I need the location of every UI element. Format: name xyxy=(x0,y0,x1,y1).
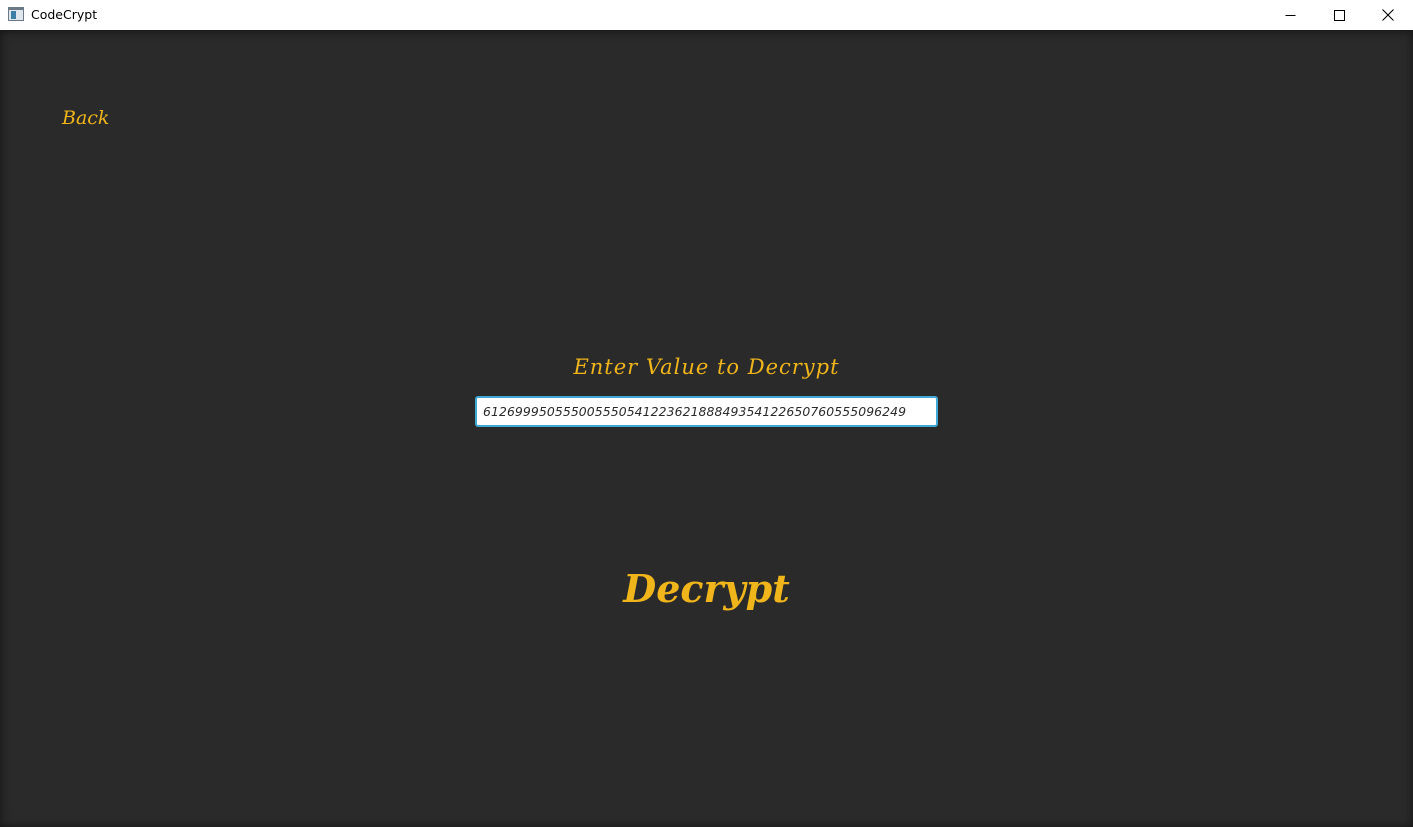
close-icon xyxy=(1382,9,1394,21)
decrypt-view xyxy=(0,31,1413,827)
decrypt-value-input[interactable] xyxy=(475,396,938,427)
title-bar[interactable]: CodeCrypt xyxy=(0,0,1413,30)
decrypt-prompt-label: Enter Value to Decrypt xyxy=(573,355,840,379)
close-button[interactable] xyxy=(1365,0,1411,30)
minimize-button[interactable] xyxy=(1267,0,1313,30)
minimize-icon xyxy=(1285,10,1296,21)
app-window: CodeCrypt Back Enter Value to Decrypt De… xyxy=(0,0,1413,827)
maximize-button[interactable] xyxy=(1316,0,1362,30)
decrypt-button[interactable]: Decrypt xyxy=(0,561,1413,617)
back-button[interactable]: Back xyxy=(62,104,109,132)
app-window-icon xyxy=(8,7,24,21)
window-title: CodeCrypt xyxy=(31,7,98,22)
maximize-icon xyxy=(1333,9,1345,21)
